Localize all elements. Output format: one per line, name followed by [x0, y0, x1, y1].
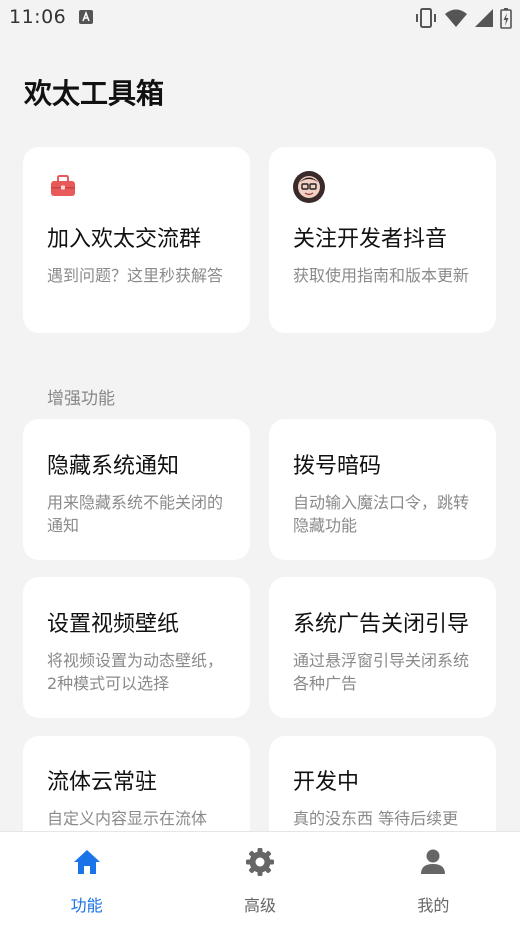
status-bar: 11:06 [0, 0, 520, 36]
battery-charging-icon [500, 8, 512, 29]
join-group-card[interactable]: 加入欢太交流群 遇到问题？这里秒获解答 [23, 147, 250, 333]
card-title: 开发中 [293, 770, 360, 795]
person-icon [421, 849, 446, 874]
feature-card-dial-codes[interactable]: 拨号暗码 自动输入魔法口令，跳转隐藏功能 [269, 419, 496, 560]
developer-avatar [293, 171, 325, 203]
feature-card-video-wallpaper[interactable]: 设置视频壁纸 将视频设置为动态壁纸，2种模式可以选择 [23, 577, 250, 718]
nav-label: 高级 [243, 896, 276, 915]
vibrate-icon [416, 8, 436, 28]
card-description: 用来隐藏系统不能关闭的通知 [47, 493, 224, 535]
card-title: 流体云常驻 [47, 770, 158, 795]
notification-a-icon [79, 10, 93, 24]
gear-icon [245, 848, 274, 876]
page-title: 欢太工具箱 [24, 77, 165, 110]
nav-item-features[interactable]: 功能 [0, 832, 173, 925]
card-title: 设置视频壁纸 [47, 612, 180, 637]
feature-card-ad-guide[interactable]: 系统广告关闭引导 通过悬浮窗引导关闭系统各种广告 [269, 577, 496, 718]
feature-card-hide-notifications[interactable]: 隐藏系统通知 用来隐藏系统不能关闭的通知 [23, 419, 250, 560]
home-icon [73, 850, 100, 874]
nav-label: 功能 [70, 896, 103, 915]
card-title: 系统广告关闭引导 [293, 612, 470, 637]
card-title: 关注开发者抖音 [293, 227, 448, 252]
card-description: 通过悬浮窗引导关闭系统各种广告 [293, 651, 470, 693]
card-description: 获取使用指南和版本更新 [293, 266, 470, 285]
nav-item-advanced[interactable]: 高级 [173, 832, 346, 925]
status-time: 11:06 [9, 6, 67, 28]
section-label: 增强功能 [47, 389, 115, 409]
signal-icon [475, 9, 493, 27]
card-title: 加入欢太交流群 [47, 227, 202, 252]
status-icons [414, 7, 512, 29]
card-description: 自动输入魔法口令，跳转隐藏功能 [293, 493, 470, 535]
toolbox-icon [51, 175, 75, 196]
card-description: 真的没东西 等待后续更 [293, 809, 459, 828]
bottom-nav: 功能 高级 我的 [0, 831, 520, 925]
wifi-icon [445, 9, 467, 27]
card-description: 将视频设置为动态壁纸，2种模式可以选择 [47, 651, 224, 693]
nav-item-mine[interactable]: 我的 [347, 832, 520, 925]
card-title: 拨号暗码 [293, 454, 382, 479]
card-title: 隐藏系统通知 [47, 454, 180, 479]
nav-label: 我的 [417, 896, 450, 915]
follow-developer-card[interactable]: 关注开发者抖音 获取使用指南和版本更新 [269, 147, 496, 333]
card-description: 遇到问题？这里秒获解答 [47, 266, 224, 285]
card-description: 自定义内容显示在流体 [47, 809, 208, 828]
